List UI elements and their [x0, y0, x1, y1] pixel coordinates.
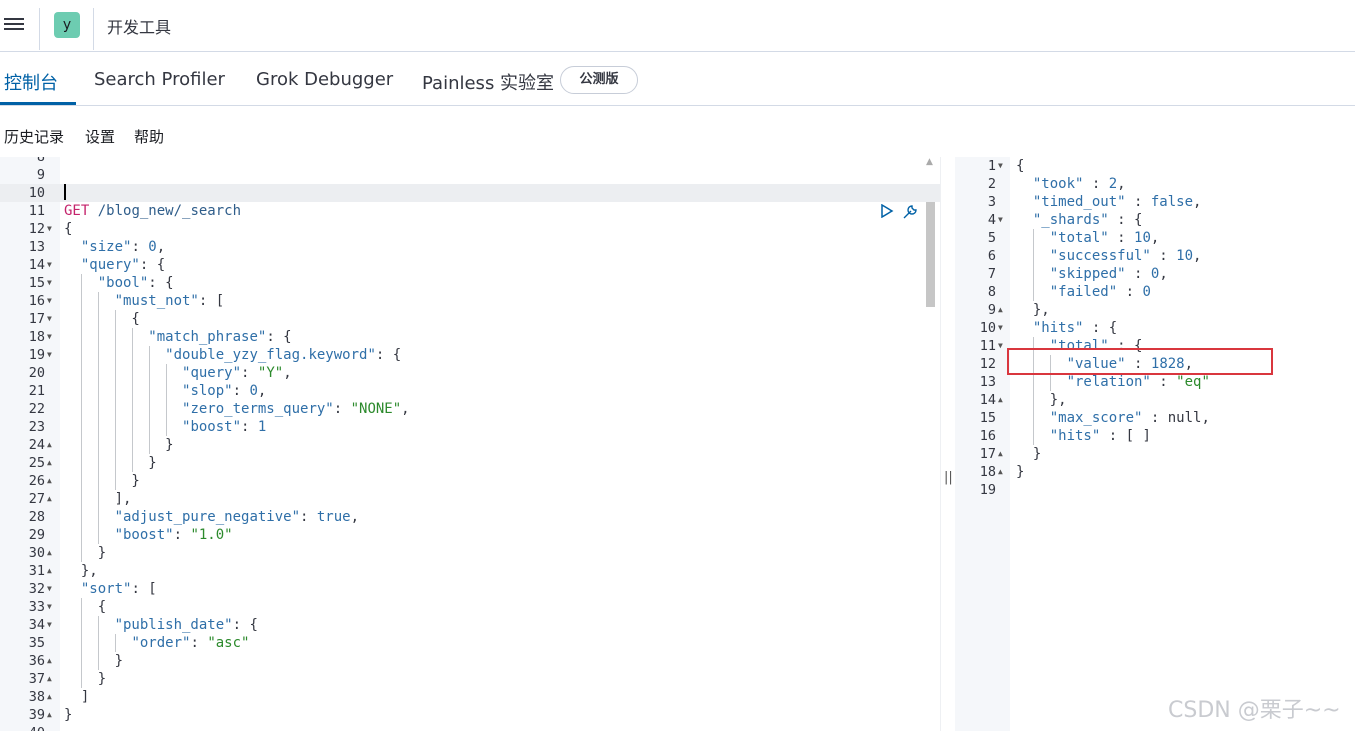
code-line: 23 "boost": 1: [28, 419, 267, 435]
tab-grok-debugger[interactable]: Grok Debugger: [256, 69, 393, 90]
hamburger-icon[interactable]: [4, 15, 24, 33]
code-line: 30 ▲ }: [28, 545, 107, 561]
http-method: GET: [64, 203, 90, 219]
panel-resizer[interactable]: ||: [940, 157, 955, 731]
code-line: 37 ▲ }: [28, 671, 107, 687]
code-line: 27 ▲ ],: [28, 491, 132, 507]
request-editor[interactable]: ▲ 8 9 10 11 GET /blog_new/_search 12 ▼{ 13…: [0, 157, 940, 731]
watermark: CSDN @栗子~~: [1168, 698, 1341, 723]
code-line-active: 10: [0, 184, 940, 202]
code-line: 10 ▼ "hits" : {: [979, 320, 1118, 336]
code-line: 6 "successful" : 10,: [987, 248, 1202, 264]
code-line: 33 ▼ {: [28, 599, 107, 615]
console-menu: 历史记录 设置 帮助: [0, 106, 1355, 156]
code-line: 9 ▲ },: [987, 302, 1050, 318]
code-line: 21 "slop": 0,: [28, 383, 267, 399]
tab-bar: 控制台 Search Profiler Grok Debugger Painle…: [0, 53, 1355, 106]
highlight-box: [1007, 348, 1273, 375]
tab-console[interactable]: 控制台: [4, 69, 58, 95]
code-line: 2 "took" : 2,: [987, 176, 1126, 192]
code-line: 40: [0, 724, 940, 731]
code-line: 26 ▲ }: [28, 473, 140, 489]
menu-settings[interactable]: 设置: [85, 126, 115, 147]
app-title: 开发工具: [107, 18, 172, 37]
active-tab-indicator: [0, 102, 76, 105]
code-line: 13 "size": 0,: [28, 239, 166, 255]
code-line: 1 ▼{: [987, 158, 1025, 174]
text-cursor: [64, 184, 66, 200]
beta-badge: 公测版: [560, 66, 638, 94]
code-line: 16 "hits" : [ ]: [979, 428, 1151, 444]
code-line: 8 "failed" : 0: [987, 284, 1151, 300]
code-line: 5 "total" : 10,: [987, 230, 1160, 246]
code-line: 31 ▲ },: [28, 563, 98, 579]
indent-guide: [115, 634, 116, 652]
code-line: 18 ▼ "match_phrase": {: [28, 329, 292, 345]
indent-guide: [98, 292, 99, 544]
code-line: 4 ▼ "_shards" : {: [987, 212, 1143, 228]
request-line: 11 GET /blog_new/_search: [28, 203, 242, 219]
menu-history[interactable]: 历史记录: [4, 126, 64, 147]
indent-guide: [149, 346, 150, 454]
code-line: 22 "zero_terms_query": "NONE",: [28, 401, 410, 417]
code-line: 34 ▼ "publish_date": {: [28, 617, 258, 633]
play-icon[interactable]: [880, 204, 894, 218]
code-line: 15 ▼ "bool": {: [28, 275, 174, 291]
indent-guide: [166, 364, 167, 436]
resize-grip-icon[interactable]: ||: [944, 470, 953, 485]
request-path: /blog_new/_search: [97, 203, 242, 219]
code-line: 17 ▼ {: [28, 311, 140, 327]
indent-guide: [132, 328, 133, 472]
header-divider: [93, 8, 94, 50]
code-line: 3 "timed_out" : false,: [987, 194, 1202, 210]
code-line: 8: [36, 157, 45, 165]
code-line: 16 ▼ "must_not": [: [28, 293, 225, 309]
code-line: 15 "max_score" : null,: [979, 410, 1210, 426]
code-line: 13 "relation" : "eq": [979, 374, 1210, 390]
indent-guide: [115, 310, 116, 490]
code-line: 29 "boost": "1.0": [28, 527, 233, 543]
code-line: 39 ▲}: [28, 707, 73, 723]
tab-painless-lab[interactable]: Painless 实验室: [422, 69, 554, 95]
indent-guide: [98, 616, 99, 670]
wrench-icon[interactable]: [901, 203, 919, 221]
code-line: 9: [36, 167, 45, 183]
code-line: 19 ▼ "double_yzy_flag.keyword": {: [28, 347, 402, 363]
code-line: 24 ▲ }: [28, 437, 174, 453]
code-line: 17 ▲ }: [979, 446, 1042, 462]
code-line: 20 "query": "Y",: [28, 365, 292, 381]
code-line: 14 ▼ "query": {: [28, 257, 166, 273]
indent-guide: [81, 598, 82, 688]
indent-guide: [81, 274, 82, 562]
code-line: 14 ▲ },: [979, 392, 1067, 408]
header-divider: [39, 8, 40, 50]
code-line: 32 ▼ "sort": [: [28, 581, 157, 597]
code-line: 19: [979, 482, 996, 498]
response-editor: 1 ▼{ 2 "took" : 2, 3 "timed_out" : false,…: [955, 157, 1355, 731]
indent-guide: [1033, 229, 1034, 301]
space-avatar[interactable]: y: [54, 12, 80, 38]
code-line: 18 ▲}: [979, 464, 1025, 480]
code-line: 25 ▲ }: [28, 455, 157, 471]
top-header: y 开发工具: [0, 0, 1355, 52]
code-line: 38 ▲ ]: [28, 689, 90, 705]
code-line: 12 ▼{: [28, 221, 73, 237]
tab-search-profiler[interactable]: Search Profiler: [94, 69, 225, 90]
code-line: 7 "skipped" : 0,: [987, 266, 1168, 282]
code-line: 35 "order": "asc": [28, 635, 250, 651]
code-line: 36 ▲ }: [28, 653, 124, 669]
code-line: 28 "adjust_pure_negative": true,: [28, 509, 360, 525]
menu-help[interactable]: 帮助: [134, 126, 164, 147]
